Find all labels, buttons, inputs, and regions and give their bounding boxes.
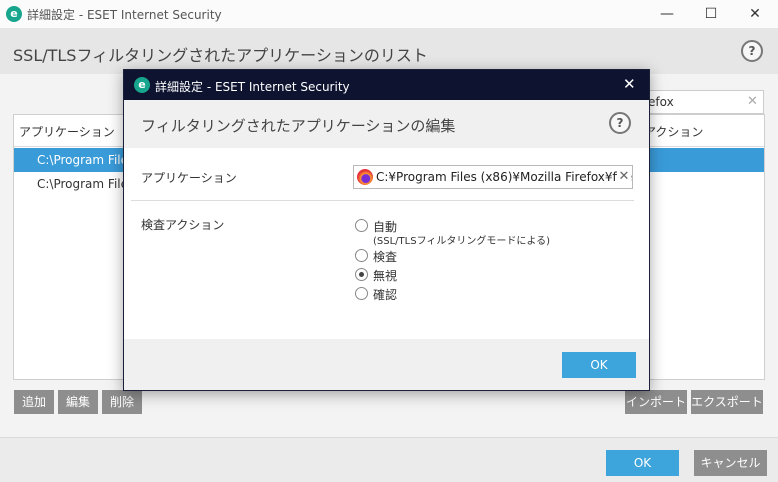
- window-title: 詳細設定 - ESET Internet Security: [27, 8, 222, 22]
- dialog-body: アプリケーション C:¥Program Files (x86)¥Mozilla …: [124, 148, 649, 339]
- dialog-titlebar: e 詳細設定 - ESET Internet Security ✕: [124, 70, 649, 100]
- help-icon[interactable]: ?: [741, 40, 763, 62]
- page-title: SSL/TLSフィルタリングされたアプリケーションのリスト: [13, 46, 428, 65]
- application-path-field[interactable]: C:¥Program Files (x86)¥Mozilla Firefox¥f…: [353, 165, 633, 189]
- dialog-close-button[interactable]: ✕: [623, 75, 636, 93]
- table-cell-application: C:\Program Files: [37, 177, 135, 191]
- clear-path-icon[interactable]: ✕: [617, 169, 631, 184]
- dialog-header: フィルタリングされたアプリケーションの編集 ?: [124, 100, 649, 148]
- column-header-action[interactable]: アクション: [644, 123, 703, 140]
- radio-button[interactable]: [355, 219, 368, 232]
- radio-label: 確認: [373, 288, 398, 302]
- minimize-button[interactable]: —: [645, 0, 689, 28]
- edit-application-dialog: e 詳細設定 - ESET Internet Security ✕ フィルタリン…: [123, 69, 650, 391]
- close-window-button[interactable]: ✕: [733, 0, 777, 28]
- table-cell-application: C:\Program Files: [37, 153, 135, 167]
- dialog-ok-button[interactable]: OK: [562, 352, 636, 378]
- maximize-button[interactable]: ☐: [689, 0, 733, 28]
- application-label: アプリケーション: [141, 171, 237, 185]
- window-footer: OK キャンセル: [0, 438, 778, 482]
- export-button[interactable]: エクスポート: [691, 390, 763, 414]
- radio-button[interactable]: [355, 249, 368, 262]
- import-button[interactable]: インポート: [625, 390, 687, 414]
- ok-button[interactable]: OK: [606, 450, 679, 476]
- eset-logo-icon: e: [6, 6, 22, 22]
- application-path-value: C:¥Program Files (x86)¥Mozilla Firefox¥f…: [376, 170, 632, 184]
- radio-label: 無視: [373, 269, 398, 283]
- dialog-title: 詳細設定 - ESET Internet Security: [155, 80, 350, 94]
- radio-sublabel: (SSL/TLSフィルタリングモードによる): [373, 236, 550, 247]
- cancel-button[interactable]: キャンセル: [694, 450, 767, 476]
- dialog-heading: フィルタリングされたアプリケーションの編集: [141, 117, 456, 135]
- add-button[interactable]: 追加: [14, 390, 54, 414]
- page-header: SSL/TLSフィルタリングされたアプリケーションのリスト ?: [0, 28, 778, 74]
- scan-action-label: 検査アクション: [141, 218, 225, 232]
- edit-button[interactable]: 編集: [58, 390, 98, 414]
- radio-label: 検査: [373, 250, 398, 264]
- eset-logo-icon: e: [134, 77, 150, 93]
- radio-button[interactable]: [355, 287, 368, 300]
- window-titlebar: e 詳細設定 - ESET Internet Security — ☐ ✕: [0, 0, 778, 28]
- column-header-application[interactable]: アプリケーション: [19, 123, 115, 140]
- dialog-footer: OK: [124, 339, 649, 390]
- delete-button[interactable]: 削除: [102, 390, 142, 414]
- firefox-icon: [357, 169, 373, 185]
- body-divider: [131, 200, 634, 201]
- clear-search-icon[interactable]: ✕: [747, 94, 758, 109]
- radio-button-selected[interactable]: [355, 268, 368, 281]
- help-icon[interactable]: ?: [609, 112, 631, 134]
- search-input-value: efox: [648, 95, 674, 109]
